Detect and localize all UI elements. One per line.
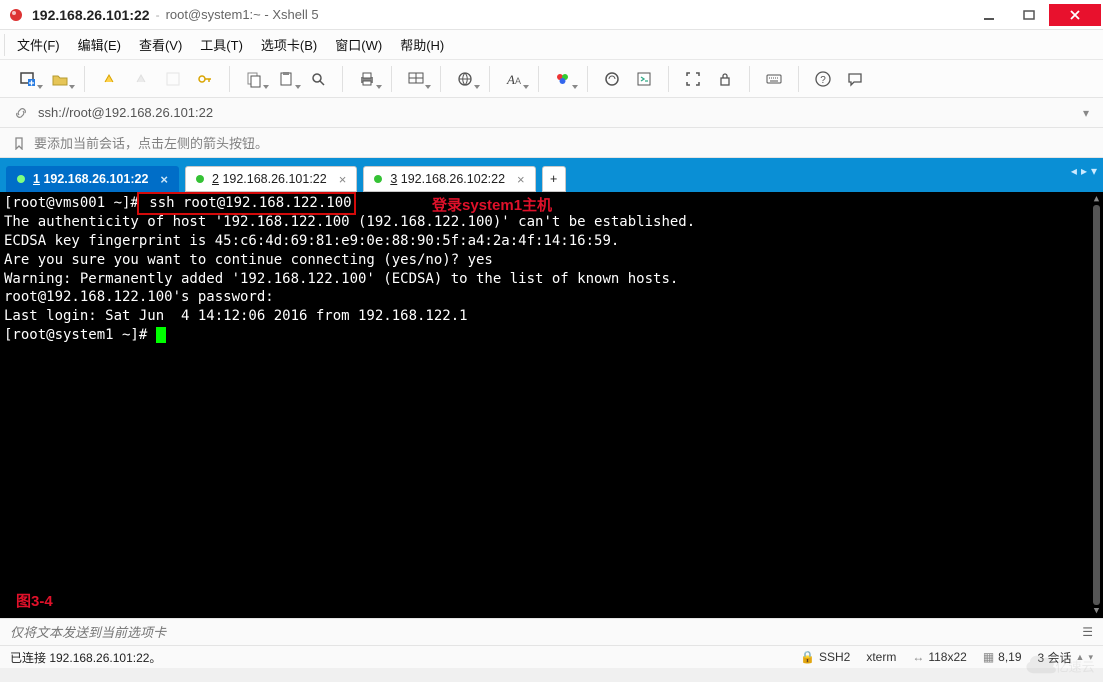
main-toolbar: AA ? <box>0 60 1103 98</box>
session-tab-1[interactable]: 1 192.168.26.101:22 × <box>6 166 179 192</box>
tab-index: 2 <box>212 172 219 186</box>
status-dot-icon <box>196 175 204 183</box>
tab-prev-icon[interactable]: ◂ <box>1071 164 1077 178</box>
reconnect-button[interactable] <box>95 65 123 93</box>
status-dot-icon <box>17 175 25 183</box>
feedback-button[interactable] <box>841 65 869 93</box>
tab-close-icon[interactable]: × <box>517 172 525 187</box>
layout-button[interactable] <box>402 65 430 93</box>
hint-text: 要添加当前会话，点击左侧的箭头按钮。 <box>34 133 268 152</box>
close-button[interactable] <box>1049 4 1101 26</box>
tab-label: 192.168.26.101:22 <box>43 172 148 186</box>
app-icon <box>8 7 24 23</box>
status-term-type: xterm <box>866 650 896 664</box>
scroll-thumb[interactable] <box>1093 205 1100 605</box>
copy-button[interactable] <box>240 65 268 93</box>
maximize-button[interactable] <box>1009 4 1049 26</box>
watermark-text: 亿速云 <box>1055 660 1094 675</box>
resize-icon: ↔ <box>912 650 924 664</box>
svg-text:A: A <box>515 76 521 86</box>
status-connection: 已连接 192.168.26.101:22。 <box>10 649 161 666</box>
annotation-figure: 图3-4 <box>16 592 53 612</box>
script-button[interactable] <box>630 65 658 93</box>
hint-bar: 要添加当前会话，点击左侧的箭头按钮。 <box>0 128 1103 158</box>
annotation-login: 登录system1主机 <box>432 196 552 216</box>
highlighted-command: ssh root@192.168.122.100 <box>137 192 356 215</box>
address-url[interactable]: ssh://root@192.168.26.101:22 <box>38 105 213 120</box>
new-session-button[interactable] <box>14 65 42 93</box>
paste-button[interactable] <box>272 65 300 93</box>
svg-text:A: A <box>506 72 515 87</box>
help-button[interactable]: ? <box>809 65 837 93</box>
menu-help[interactable]: 帮助(H) <box>400 35 444 54</box>
properties-button[interactable] <box>159 65 187 93</box>
menu-view[interactable]: 查看(V) <box>139 35 182 54</box>
address-dropdown-icon[interactable]: ▾ <box>1083 106 1089 120</box>
terminal-line: root@192.168.122.100's password: <box>4 288 1099 307</box>
menu-tools[interactable]: 工具(T) <box>200 35 243 54</box>
svg-text:?: ? <box>820 75 826 86</box>
compose-menu-icon[interactable]: ☰ <box>1082 625 1093 639</box>
tab-label: 192.168.26.101:22 <box>222 172 326 186</box>
session-tab-2[interactable]: 2 192.168.26.101:22 × <box>185 166 357 192</box>
print-button[interactable] <box>353 65 381 93</box>
prompt: [root@vms001 ~]# <box>4 195 139 211</box>
titlebar-subtitle: root@system1:~ - Xshell 5 <box>166 7 319 22</box>
fullscreen-button[interactable] <box>679 65 707 93</box>
lock-icon: 🔒 <box>800 650 815 664</box>
tab-index: 1 <box>33 172 40 186</box>
status-bar: 已连接 192.168.26.101:22。 🔒 SSH2 xterm ↔ 118x… <box>0 646 1103 668</box>
encoding-button[interactable] <box>451 65 479 93</box>
grid-icon: ▦ <box>983 650 994 664</box>
window-titlebar: 192.168.26.101:22 - root@system1:~ - Xsh… <box>0 0 1103 30</box>
terminal-line: Warning: Permanently added '192.168.122.… <box>4 270 1099 289</box>
color-button[interactable] <box>549 65 577 93</box>
address-bar: ssh://root@192.168.26.101:22 ▾ <box>0 98 1103 128</box>
status-dot-icon <box>374 175 382 183</box>
terminal-line: [root@system1 ~]# <box>4 327 156 343</box>
terminal-cursor <box>156 327 166 343</box>
titlebar-host: 192.168.26.101:22 <box>32 7 150 23</box>
terminal-line: Last login: Sat Jun 4 14:12:06 2016 from… <box>4 307 1099 326</box>
terminal-output[interactable]: [root@vms001 ~]# ssh root@192.168.122.10… <box>0 192 1103 618</box>
titlebar-sep: - <box>156 8 160 22</box>
watermark: 亿速云 <box>1021 648 1103 682</box>
menu-window[interactable]: 窗口(W) <box>335 35 382 54</box>
menu-edit[interactable]: 编辑(E) <box>78 35 121 54</box>
scroll-up-icon[interactable]: ▲ <box>1092 194 1101 204</box>
terminal-line: Are you sure you want to continue connec… <box>4 251 1099 270</box>
terminal-line: ECDSA key fingerprint is 45:c6:4d:69:81:… <box>4 232 1099 251</box>
keyboard-button[interactable] <box>760 65 788 93</box>
lock-button[interactable] <box>711 65 739 93</box>
font-button[interactable]: AA <box>500 65 528 93</box>
tab-label: 192.168.26.102:22 <box>401 172 505 186</box>
status-size: 118x22 <box>928 650 966 664</box>
status-protocol: SSH2 <box>819 650 850 664</box>
user-key-button[interactable] <box>598 65 626 93</box>
key-button[interactable] <box>191 65 219 93</box>
menu-tab[interactable]: 选项卡(B) <box>261 35 317 54</box>
status-cursor: 8,19 <box>998 650 1021 664</box>
session-tab-3[interactable]: 3 192.168.26.102:22 × <box>363 166 535 192</box>
tab-menu-icon[interactable]: ▾ <box>1091 164 1097 178</box>
compose-input[interactable] <box>10 625 1082 640</box>
session-tabstrip: 1 192.168.26.101:22 × 2 192.168.26.101:2… <box>0 158 1103 192</box>
tab-next-icon[interactable]: ▸ <box>1081 164 1087 178</box>
compose-bar: ☰ <box>0 618 1103 646</box>
link-icon <box>14 106 28 120</box>
open-session-button[interactable] <box>46 65 74 93</box>
scroll-down-icon[interactable]: ▼ <box>1092 606 1101 616</box>
new-tab-button[interactable]: + <box>542 166 566 192</box>
minimize-button[interactable] <box>969 4 1009 26</box>
terminal-scrollbar[interactable]: ▲ ▼ <box>1093 195 1100 615</box>
find-button[interactable] <box>304 65 332 93</box>
bookmark-icon[interactable] <box>12 136 26 150</box>
tab-index: 3 <box>390 172 397 186</box>
menu-bar: 文件(F) 编辑(E) 查看(V) 工具(T) 选项卡(B) 窗口(W) 帮助(… <box>0 30 1103 60</box>
menu-file[interactable]: 文件(F) <box>17 35 60 54</box>
disconnect-button[interactable] <box>127 65 155 93</box>
tab-close-icon[interactable]: × <box>339 172 347 187</box>
tab-close-icon[interactable]: × <box>160 172 168 187</box>
